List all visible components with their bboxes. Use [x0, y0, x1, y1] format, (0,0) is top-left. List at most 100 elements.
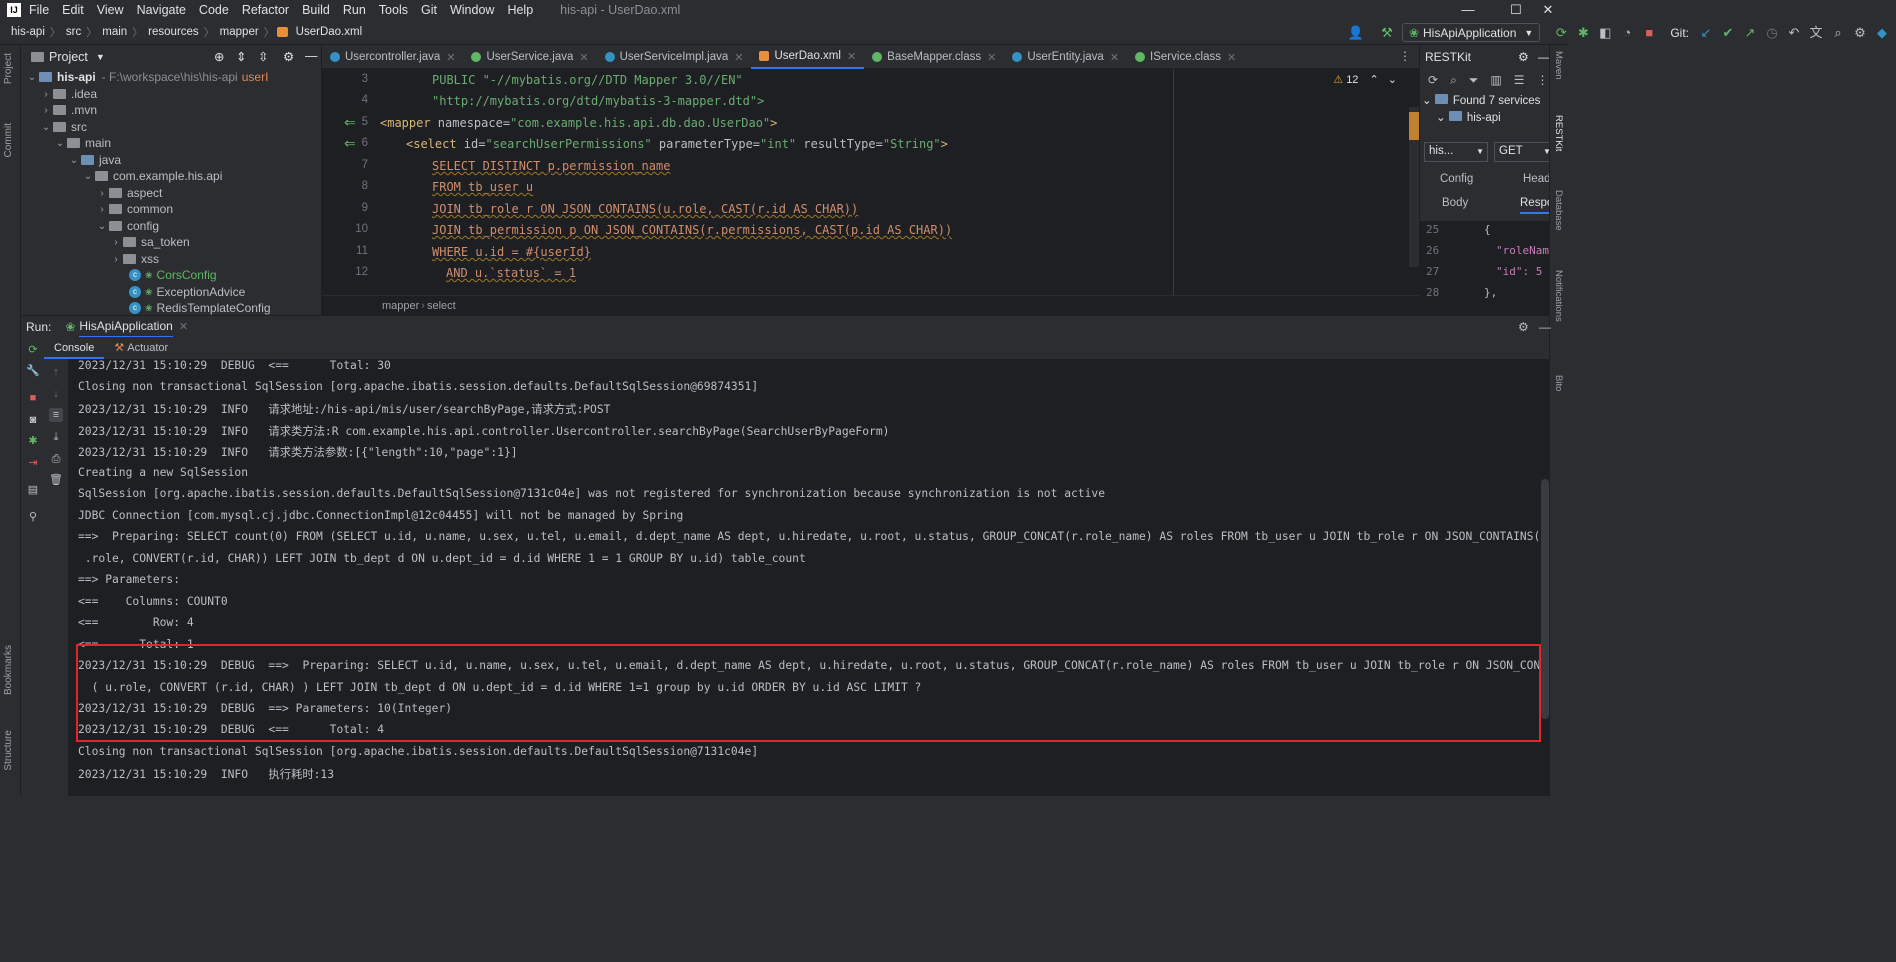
breadcrumb-select[interactable]: select [427, 300, 456, 312]
tree-item-common[interactable]: › common [95, 201, 173, 218]
close-icon[interactable]: ✕ [1227, 51, 1236, 64]
chevron-up-icon[interactable]: ⌃ [1370, 74, 1379, 86]
git-update-icon[interactable]: ↙ [1696, 23, 1716, 43]
arrow-down-icon[interactable]: ↓ [49, 387, 63, 401]
coverage-icon[interactable]: ◧ [1595, 23, 1615, 43]
refresh-icon[interactable]: ⟳ [1428, 73, 1438, 87]
user-icon[interactable]: 👤 [1346, 23, 1366, 43]
hide-icon[interactable]: — [1539, 320, 1551, 334]
git-commit-icon[interactable]: ✔ [1718, 23, 1738, 43]
console-scrollbar[interactable] [1541, 479, 1549, 719]
tab-iservice[interactable]: IService.class ✕ [1127, 45, 1244, 69]
tree-item-java[interactable]: ⌄ java [67, 152, 121, 169]
gear-icon[interactable]: ⚙ [283, 49, 294, 64]
commit-tool-tab[interactable]: Commit [3, 123, 14, 157]
crumb-src[interactable]: src [63, 26, 84, 38]
print-icon[interactable]: ⎙ [49, 452, 63, 466]
restkit-tab-config[interactable]: Config [1440, 173, 1473, 185]
search-icon[interactable]: ⌕ [1828, 23, 1848, 43]
git-push-icon[interactable]: ↗ [1740, 23, 1760, 43]
more-icon[interactable]: ⋮ [1537, 73, 1549, 87]
sort-icon[interactable]: ☰ [1514, 73, 1525, 87]
stop-icon[interactable]: ■ [1639, 23, 1659, 43]
inspection-widget[interactable]: ⚠ 12 ⌃ ⌄ [1333, 73, 1397, 86]
restkit-tab-response[interactable]: Respor [1520, 197, 1549, 214]
debug-icon[interactable]: ✱ [26, 434, 40, 448]
menu-tools[interactable]: Tools [379, 3, 408, 17]
layout-icon[interactable]: ▤ [26, 483, 40, 497]
menu-code[interactable]: Code [199, 3, 229, 17]
tree-item-config[interactable]: ⌄ config [95, 218, 159, 235]
close-icon[interactable]: ✕ [987, 51, 996, 64]
navigate-arrow-icon[interactable]: ⇐ [344, 114, 356, 131]
close-icon[interactable]: ✕ [734, 51, 743, 64]
menu-refactor[interactable]: Refactor [242, 3, 289, 17]
tree-item-redistemplateconfig[interactable]: c ❀ RedisTemplateConfig [129, 300, 271, 315]
close-icon[interactable]: ✕ [446, 51, 455, 64]
menu-window[interactable]: Window [450, 3, 494, 17]
tab-actuator[interactable]: ⚒ Actuator [104, 337, 178, 359]
chevron-down-icon[interactable]: ▼ [96, 52, 105, 62]
camera-icon[interactable]: ◙ [26, 413, 40, 427]
gear-icon[interactable]: ⚙ [1518, 50, 1529, 64]
tab-userserviceimpl[interactable]: UserServiceImpl.java ✕ [597, 45, 752, 69]
gear-icon[interactable]: ⚙ [1518, 320, 1529, 334]
wrench-icon[interactable]: 🔧 [26, 364, 40, 378]
settings-icon[interactable]: ⚙ [1850, 23, 1870, 43]
debug-icon[interactable]: ✱ [1573, 23, 1593, 43]
tab-basemapper[interactable]: BaseMapper.class ✕ [864, 45, 1004, 69]
navigate-arrow-icon[interactable]: ⇐ [344, 135, 356, 152]
hide-icon[interactable]: — [1538, 50, 1549, 64]
restkit-tool-tab[interactable]: RESTKit [1553, 115, 1564, 151]
structure-tool-tab[interactable]: Structure [3, 730, 14, 771]
crumb-main[interactable]: main [99, 26, 130, 38]
collapse-all-icon[interactable]: ⇳ [258, 49, 268, 64]
close-icon[interactable]: ✕ [847, 50, 856, 63]
arrow-up-icon[interactable]: ↑ [49, 365, 63, 379]
tab-userdao-xml[interactable]: UserDao.xml ✕ [751, 45, 865, 69]
search-icon[interactable]: ⌕ [1450, 73, 1457, 88]
project-tool-tab[interactable]: Project [3, 53, 14, 84]
chevron-down-icon[interactable]: ⌄ [1388, 74, 1397, 86]
menu-view[interactable]: View [97, 3, 124, 17]
restkit-tab-headers[interactable]: Heade [1523, 173, 1549, 185]
services-tree[interactable]: ⌄ Found 7 services [1422, 93, 1540, 107]
app-select[interactable]: his... ▼ [1424, 142, 1488, 162]
more-tabs-icon[interactable]: ⋮ [1399, 49, 1411, 63]
database-tool-tab[interactable]: Database [1553, 190, 1564, 231]
menu-run[interactable]: Run [343, 3, 366, 17]
rollback-icon[interactable]: ↶ [1784, 23, 1804, 43]
code-editor[interactable]: PUBLIC "-//mybatis.org//DTD Mapper 3.0//… [380, 69, 1415, 293]
project-panel-title[interactable]: Project [49, 50, 88, 64]
expand-all-icon[interactable]: ⇕ [236, 49, 246, 64]
close-icon[interactable]: ✕ [579, 51, 588, 64]
history-icon[interactable]: ◷ [1762, 23, 1782, 43]
close-icon[interactable]: ✕ [1110, 51, 1119, 64]
maven-tool-tab[interactable]: Maven [1553, 51, 1564, 80]
tree-item-main[interactable]: ⌄ main [53, 135, 111, 152]
columns-icon[interactable]: ▥ [1490, 73, 1501, 87]
tab-usercontroller[interactable]: Usercontroller.java ✕ [322, 45, 463, 69]
menu-file[interactable]: File [29, 3, 49, 17]
tree-item-corsconfig[interactable]: c ❀ CorsConfig [129, 267, 217, 284]
crumb-file[interactable]: UserDao.xml [293, 26, 365, 38]
crumb-mapper[interactable]: mapper [217, 26, 262, 38]
tree-item-idea[interactable]: › .idea [39, 86, 97, 103]
breadcrumb-mapper[interactable]: mapper [382, 300, 419, 312]
crumb-resources[interactable]: resources [145, 26, 202, 38]
crumb-project[interactable]: his-api [8, 26, 48, 38]
tree-item-exceptionadvice[interactable]: c ❀ ExceptionAdvice [129, 284, 245, 301]
rerun-icon[interactable]: ⟳ [1551, 23, 1571, 43]
hide-icon[interactable]: — [305, 49, 318, 63]
notifications-tool-tab[interactable]: Notifications [1553, 270, 1564, 322]
response-viewer[interactable]: 25 { 26 "roleName 27 "id": 5 28}, [1420, 221, 1549, 315]
minimize-button[interactable]: — [1448, 0, 1488, 20]
tab-userservice[interactable]: UserService.java ✕ [463, 45, 596, 69]
tree-item-xss[interactable]: › xss [109, 251, 159, 268]
rerun-icon[interactable]: ⟳ [26, 343, 40, 357]
locate-icon[interactable]: ⊕ [214, 49, 224, 64]
tree-root[interactable]: ⌄ his-api - F:\workspace\his\his-api userI [25, 69, 269, 86]
scroll-to-end-icon[interactable]: ⤓ [49, 430, 63, 444]
exit-icon[interactable]: ⇥ [26, 456, 40, 470]
tree-item-aspect[interactable]: › aspect [95, 185, 162, 202]
